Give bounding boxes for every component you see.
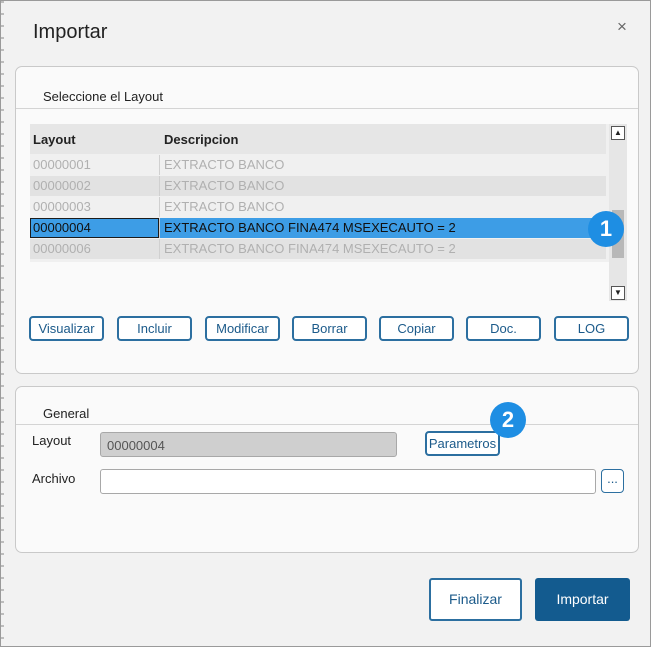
column-header-descripcion: Descripcion: [164, 132, 239, 147]
section-divider: [16, 108, 638, 109]
visualizar-button[interactable]: Visualizar: [29, 316, 104, 341]
cell-descripcion: EXTRACTO BANCO: [164, 178, 285, 193]
table-row[interactable]: 00000001 EXTRACTO BANCO: [30, 155, 606, 175]
modificar-button[interactable]: Modificar: [205, 316, 280, 341]
annotation-badge-2: 2: [490, 402, 526, 438]
doc-button[interactable]: Doc.: [466, 316, 541, 341]
layout-table: Layout Descripcion 00000001 EXTRACTO BAN…: [30, 124, 620, 262]
layout-section-title: Seleccione el Layout: [43, 89, 163, 104]
cell-divider: [159, 197, 160, 217]
close-icon[interactable]: ×: [617, 17, 627, 37]
table-header: Layout Descripcion: [30, 124, 606, 154]
cell-layout: 00000002: [33, 178, 91, 193]
table-row-selected[interactable]: 00000004 EXTRACTO BANCO FINA474 MSEXECAU…: [30, 218, 606, 238]
cell-divider: [159, 239, 160, 259]
table-row[interactable]: 00000002 EXTRACTO BANCO: [30, 176, 606, 196]
table-row[interactable]: 00000003 EXTRACTO BANCO: [30, 197, 606, 217]
table-row[interactable]: 00000006 EXTRACTO BANCO FINA474 MSEXECAU…: [30, 239, 606, 259]
copiar-button[interactable]: Copiar: [379, 316, 454, 341]
cell-divider: [159, 155, 160, 175]
layout-selection-group: Seleccione el Layout Layout Descripcion …: [15, 66, 639, 374]
general-group: General Layout 00000004 Parametros Archi…: [15, 386, 639, 553]
incluir-button[interactable]: Incluir: [117, 316, 192, 341]
dialog-title: Importar: [33, 21, 108, 43]
parametros-button[interactable]: Parametros: [425, 431, 500, 456]
cell-descripcion: EXTRACTO BANCO: [164, 199, 285, 214]
cell-layout: 00000004: [33, 220, 91, 235]
borrar-button[interactable]: Borrar: [292, 316, 367, 341]
general-section-title: General: [43, 406, 90, 421]
archivo-field[interactable]: [100, 469, 596, 494]
importar-button[interactable]: Importar: [535, 578, 630, 621]
background-edge: [1, 1, 4, 646]
cell-layout: 00000003: [33, 199, 91, 214]
cell-descripcion: EXTRACTO BANCO FINA474 MSEXECAUTO = 2: [164, 220, 456, 235]
import-dialog: Importar × Seleccione el Layout Layout D…: [0, 0, 651, 647]
layout-field: 00000004: [100, 432, 397, 457]
archivo-label: Archivo: [32, 471, 76, 486]
cell-layout: 00000001: [33, 157, 91, 172]
cell-descripcion: EXTRACTO BANCO FINA474 MSEXECAUTO = 2: [164, 241, 456, 256]
layout-label: Layout: [32, 433, 72, 448]
column-header-layout: Layout: [33, 132, 76, 147]
cell-divider: [159, 176, 160, 196]
log-button[interactable]: LOG: [554, 316, 629, 341]
cell-divider: [159, 218, 160, 238]
annotation-badge-1: 1: [588, 211, 624, 247]
finalizar-button[interactable]: Finalizar: [429, 578, 522, 621]
cell-layout: 00000006: [33, 241, 91, 256]
cell-descripcion: EXTRACTO BANCO: [164, 157, 285, 172]
scroll-down-icon[interactable]: ▼: [611, 286, 625, 300]
browse-button[interactable]: ...: [601, 469, 624, 493]
section-divider: [16, 424, 638, 425]
scroll-up-icon[interactable]: ▲: [611, 126, 625, 140]
